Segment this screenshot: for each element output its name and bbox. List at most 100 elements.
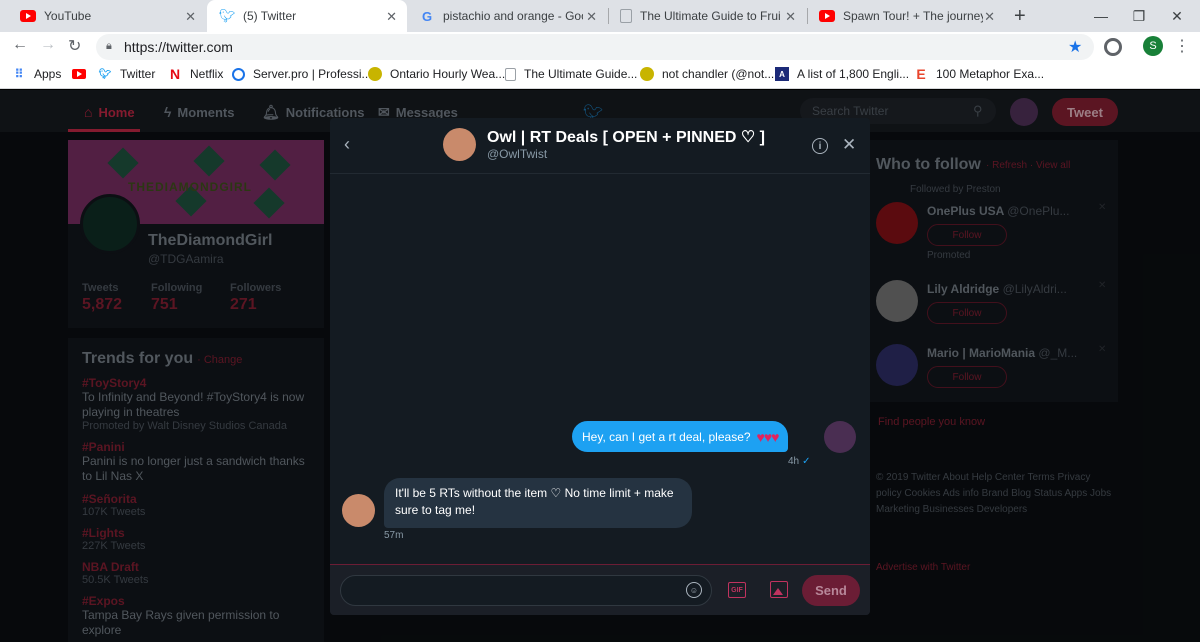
find-people-link[interactable]: Find people you know bbox=[878, 416, 985, 428]
outgoing-message[interactable]: Hey, can I get a rt deal, please? ♥♥♥ bbox=[572, 421, 789, 452]
bookmark-not-chandler[interactable]: not chandler (@not... bbox=[640, 67, 774, 81]
avatar[interactable] bbox=[1010, 98, 1038, 126]
youtube-icon bbox=[20, 8, 36, 24]
close-tab-icon[interactable]: ✕ bbox=[386, 9, 397, 25]
recipient-avatar[interactable] bbox=[342, 494, 375, 527]
close-tab-icon[interactable]: ✕ bbox=[185, 9, 196, 25]
info-icon[interactable]: i bbox=[812, 138, 828, 154]
active-nav-indicator bbox=[68, 129, 140, 132]
bookmark-metaphor[interactable]: E 100 Metaphor Exa... bbox=[914, 66, 1044, 82]
chevron-left-icon[interactable]: ‹ bbox=[344, 134, 350, 155]
follow-button[interactable]: Follow bbox=[927, 224, 1007, 246]
forward-icon[interactable]: → bbox=[40, 36, 56, 54]
moments-icon: ϟ bbox=[164, 104, 172, 120]
dismiss-icon[interactable]: ✕ bbox=[1098, 280, 1106, 291]
bookmark-ontario-weather[interactable]: Ontario Hourly Wea... bbox=[368, 67, 505, 81]
lock-icon: 🔒︎ bbox=[106, 40, 112, 52]
back-icon[interactable]: ← bbox=[12, 36, 28, 54]
image-icon[interactable] bbox=[770, 581, 788, 598]
dm-conversation-modal: ‹ Owl | RT Deals [ OPEN + PINNED ♡ ] @Ow… bbox=[330, 118, 870, 615]
trend-item[interactable]: #Expos Tampa Bay Rays given permission to… bbox=[82, 594, 310, 638]
lily-avatar[interactable] bbox=[876, 280, 918, 322]
list-icon: A bbox=[775, 67, 789, 81]
menu-icon[interactable]: ⋮ bbox=[1174, 36, 1190, 56]
sender-avatar[interactable] bbox=[824, 421, 856, 453]
who-to-follow-title: Who to follow bbox=[876, 156, 981, 173]
extension-icon[interactable] bbox=[1104, 38, 1122, 56]
profile-avatar[interactable] bbox=[80, 194, 140, 254]
tab-youtube[interactable]: YouTube ✕ bbox=[8, 0, 206, 32]
trends-title: Trends for you · Change bbox=[82, 350, 243, 367]
home-icon: ⌂ bbox=[84, 104, 93, 120]
oneplus-avatar[interactable] bbox=[876, 202, 918, 244]
bookmark-serverpro[interactable]: Server.pro | Professi... bbox=[232, 67, 372, 81]
send-button[interactable]: Send bbox=[802, 575, 860, 606]
profile-handle[interactable]: @TDGAamira bbox=[148, 252, 224, 266]
profile-name[interactable]: TheDiamondGirl bbox=[148, 232, 272, 250]
diamond-icon bbox=[107, 147, 139, 179]
bookmarks-bar: ⠿ Apps 🐦︎ Twitter N Netflix Server.pro | Pr… bbox=[0, 61, 1200, 89]
bookmark-twitter[interactable]: 🐦︎ Twitter bbox=[98, 67, 156, 81]
close-icon[interactable]: ✕ bbox=[842, 135, 856, 155]
reload-icon[interactable]: ↻ bbox=[68, 36, 81, 56]
promoted-label: Promoted bbox=[927, 250, 971, 261]
apps-grid-icon: ⠿ bbox=[14, 67, 24, 81]
diamond-icon bbox=[259, 149, 291, 181]
stat-following[interactable]: Following 751 bbox=[151, 282, 202, 314]
nav-home[interactable]: ⌂ Home bbox=[84, 104, 135, 120]
conversation-handle[interactable]: @OwlTwist bbox=[487, 147, 547, 161]
change-link[interactable]: · Change bbox=[197, 354, 242, 366]
mario-avatar[interactable] bbox=[876, 344, 918, 386]
incoming-message[interactable]: It'll be 5 RTs without the item ♡ No tim… bbox=[384, 478, 692, 528]
serverpro-icon bbox=[232, 67, 245, 81]
bookmark-ultimate-guide[interactable]: The Ultimate Guide... bbox=[505, 67, 637, 81]
youtube-icon bbox=[72, 67, 86, 81]
address-bar-row: ← → ↻ 🔒︎ https://twitter.com bbox=[0, 32, 1200, 61]
page-icon bbox=[620, 9, 632, 23]
profile-avatar[interactable]: S bbox=[1143, 36, 1163, 56]
trend-item[interactable]: #Señorita 107K Tweets bbox=[82, 492, 310, 518]
search-icon[interactable]: ⚲ bbox=[973, 103, 983, 119]
dismiss-icon[interactable]: ✕ bbox=[1098, 344, 1106, 355]
conversation-name[interactable]: Owl | RT Deals [ OPEN + PINNED ♡ ] bbox=[487, 127, 765, 147]
follow-button[interactable]: Follow bbox=[927, 366, 1007, 388]
dismiss-icon[interactable]: ✕ bbox=[1098, 202, 1106, 213]
url-field[interactable]: 🔒︎ https://twitter.com bbox=[96, 34, 1094, 60]
emoji-icon[interactable]: ☺ bbox=[686, 582, 702, 598]
banner-text: THEDIAMONDGIRL bbox=[128, 180, 252, 194]
browser-tab-strip: YouTube ✕ 🐦︎ (5) Twitter ✕ G pistachio a… bbox=[0, 0, 1200, 32]
close-window-icon[interactable]: ✕ bbox=[1154, 0, 1200, 32]
close-tab-icon[interactable]: ✕ bbox=[586, 9, 597, 25]
diamond-icon bbox=[193, 145, 225, 177]
stat-followers[interactable]: Followers 271 bbox=[230, 282, 281, 314]
tab-fruit-guide[interactable]: The Ultimate Guide to Fruit Fla ✕ bbox=[608, 0, 806, 32]
tab-twitter[interactable]: 🐦︎ (5) Twitter ✕ bbox=[207, 0, 407, 32]
nav-moments[interactable]: ϟ Moments bbox=[164, 104, 234, 120]
gif-icon[interactable]: GIF bbox=[728, 582, 746, 598]
bookmark-english-list[interactable]: AA list of 1,800 Engli... bbox=[775, 67, 909, 81]
new-tab-icon[interactable]: + bbox=[1014, 5, 1026, 28]
diamond-icon bbox=[253, 187, 285, 219]
bookmark-apps[interactable]: ⠿ Apps bbox=[12, 67, 62, 81]
close-tab-icon[interactable]: ✕ bbox=[984, 9, 995, 25]
trend-item[interactable]: #Panini Panini is no longer just a sandwi… bbox=[82, 440, 310, 484]
bookmark-netflix[interactable]: N Netflix bbox=[168, 66, 223, 82]
refresh-view-all-links[interactable]: · Refresh · View all bbox=[986, 160, 1070, 171]
trend-item[interactable]: NBA Draft 50.5K Tweets bbox=[82, 560, 310, 586]
message-input[interactable] bbox=[340, 575, 712, 606]
hearts-emoji: ♥♥♥ bbox=[756, 428, 780, 445]
footer-links[interactable]: © 2019 Twitter About Help Center Terms P… bbox=[876, 470, 1116, 518]
bookmark-youtube[interactable] bbox=[72, 67, 94, 81]
bookmark-star-icon[interactable]: ★ bbox=[1068, 37, 1082, 57]
advertise-link[interactable]: Advertise with Twitter bbox=[876, 562, 970, 573]
follow-button[interactable]: Follow bbox=[927, 302, 1007, 324]
tweet-button[interactable]: Tweet bbox=[1052, 98, 1118, 126]
tab-spawn-tour[interactable]: Spawn Tour! + The journey to ✕ bbox=[807, 0, 1005, 32]
dm-header: ‹ Owl | RT Deals [ OPEN + PINNED ♡ ] @Ow… bbox=[330, 118, 870, 174]
tab-google[interactable]: G pistachio and orange - Google ✕ bbox=[407, 0, 607, 32]
close-tab-icon[interactable]: ✕ bbox=[785, 9, 796, 25]
stat-tweets[interactable]: Tweets 5,872 bbox=[82, 282, 122, 314]
trend-item[interactable]: #Lights 227K Tweets bbox=[82, 526, 310, 552]
trend-item[interactable]: #ToyStory4 To Infinity and Beyond! #ToySt… bbox=[82, 376, 310, 432]
conversation-avatar[interactable] bbox=[443, 128, 476, 161]
